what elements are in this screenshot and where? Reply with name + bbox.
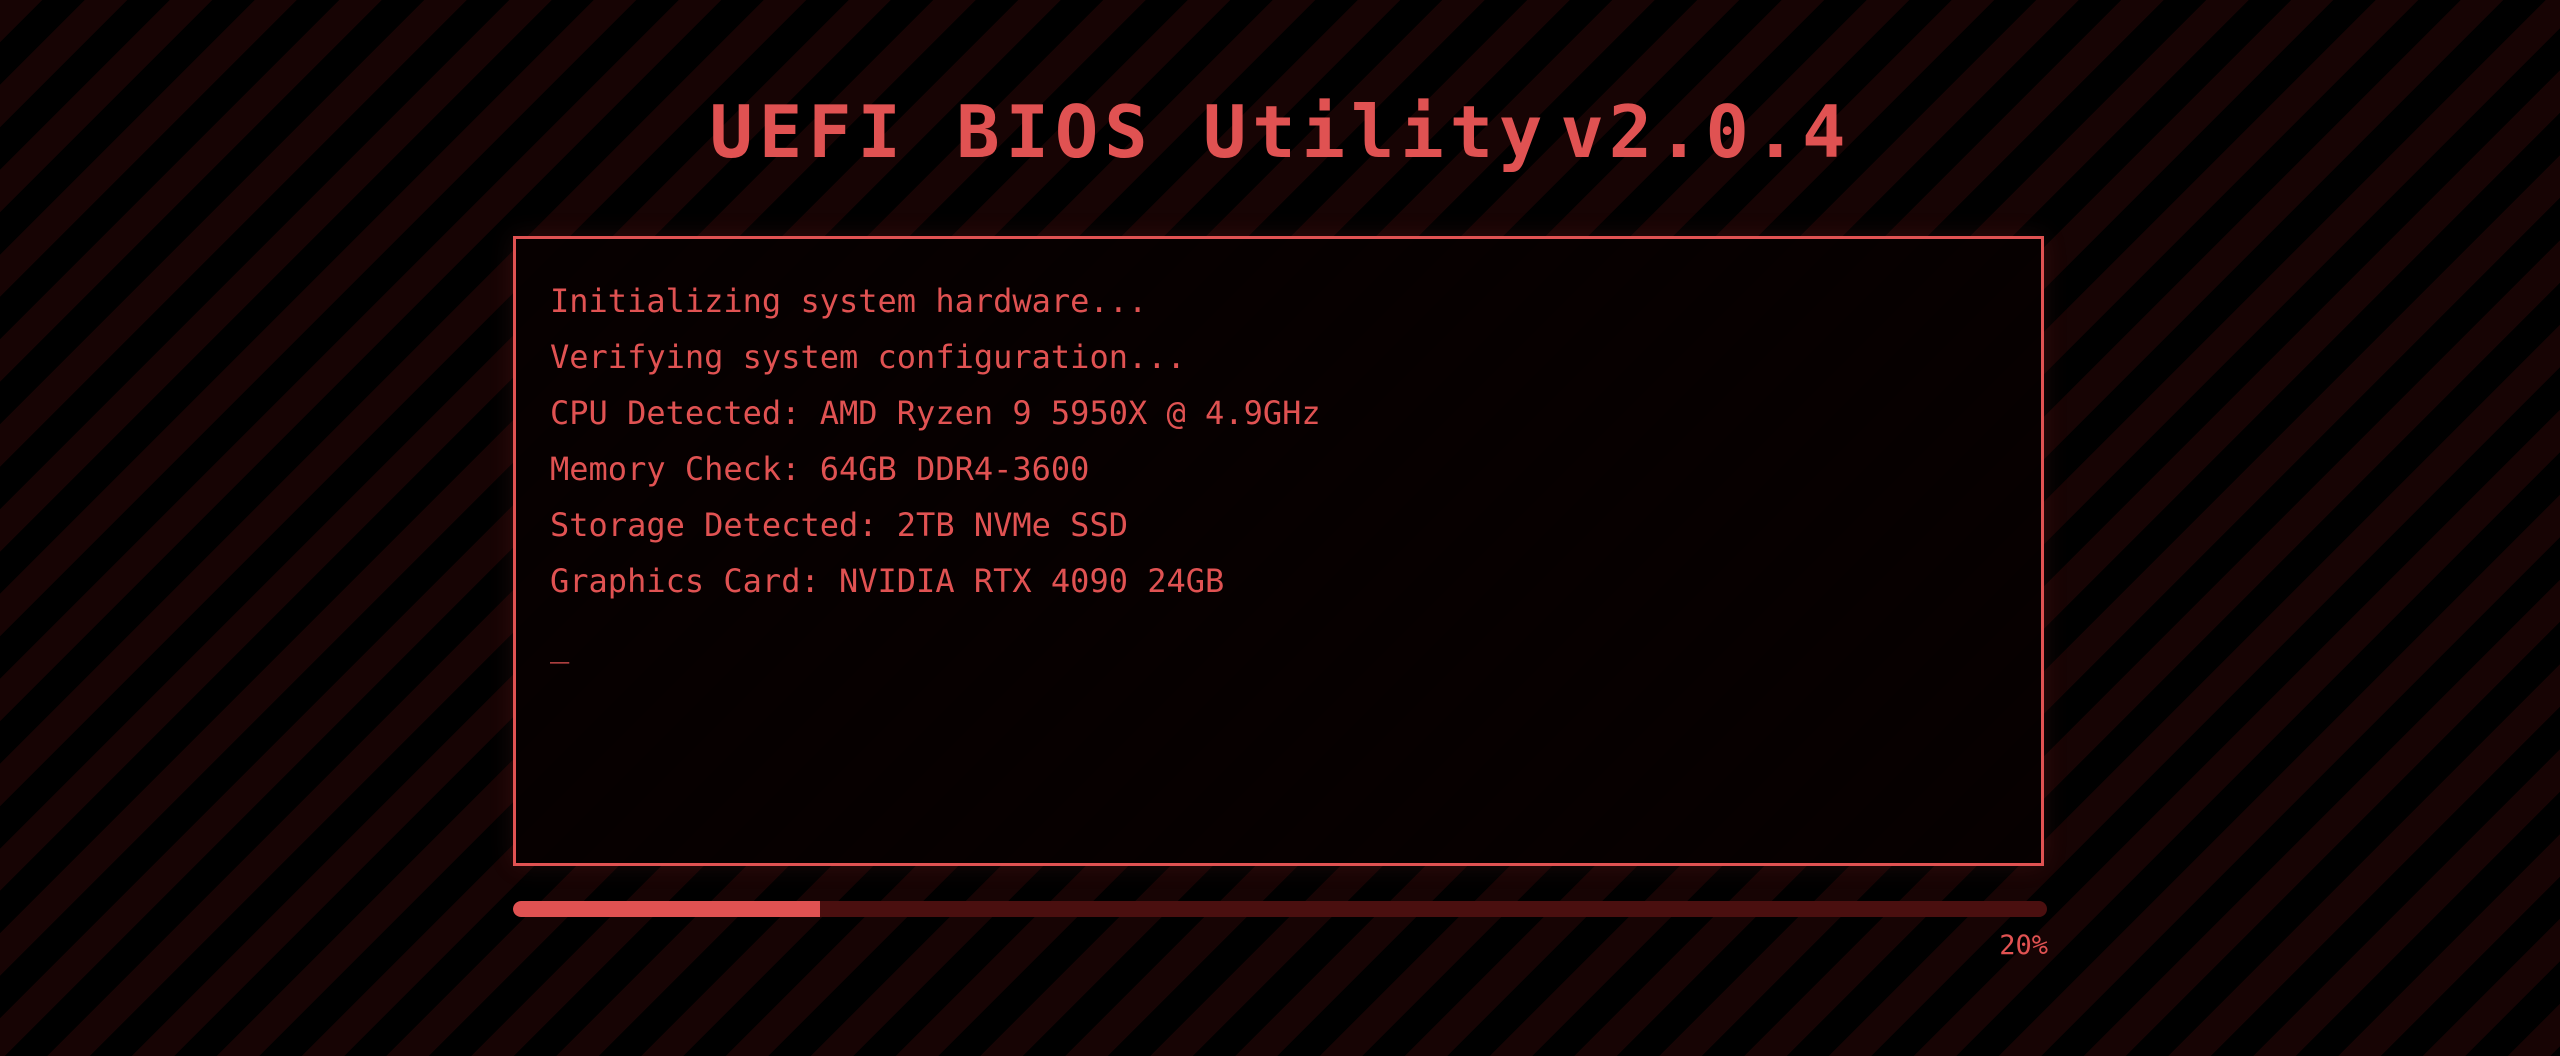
boot-progress-bar <box>513 901 2047 917</box>
boot-progress-label: 20% <box>1999 930 2048 961</box>
page-title: UEFI BIOS Utility v2.0.4 <box>0 84 2560 180</box>
log-line: Graphics Card: NVIDIA RTX 4090 24GB <box>550 562 1225 600</box>
log-line: CPU Detected: AMD Ryzen 9 5950X @ 4.9GHz <box>550 394 1321 432</box>
title-main: UEFI BIOS Utility <box>709 90 1549 174</box>
console-cursor: _ <box>550 626 570 664</box>
log-line: Storage Detected: 2TB NVMe SSD <box>550 506 1128 544</box>
log-line: Memory Check: 64GB DDR4-3600 <box>550 450 1090 488</box>
log-line: Initializing system hardware... <box>550 282 1148 320</box>
boot-progress-fill <box>513 901 820 917</box>
log-line: Verifying system configuration... <box>550 338 1186 376</box>
title-version: v2.0.4 <box>1560 90 1851 174</box>
boot-console: Initializing system hardware... Verifyin… <box>513 236 2044 866</box>
